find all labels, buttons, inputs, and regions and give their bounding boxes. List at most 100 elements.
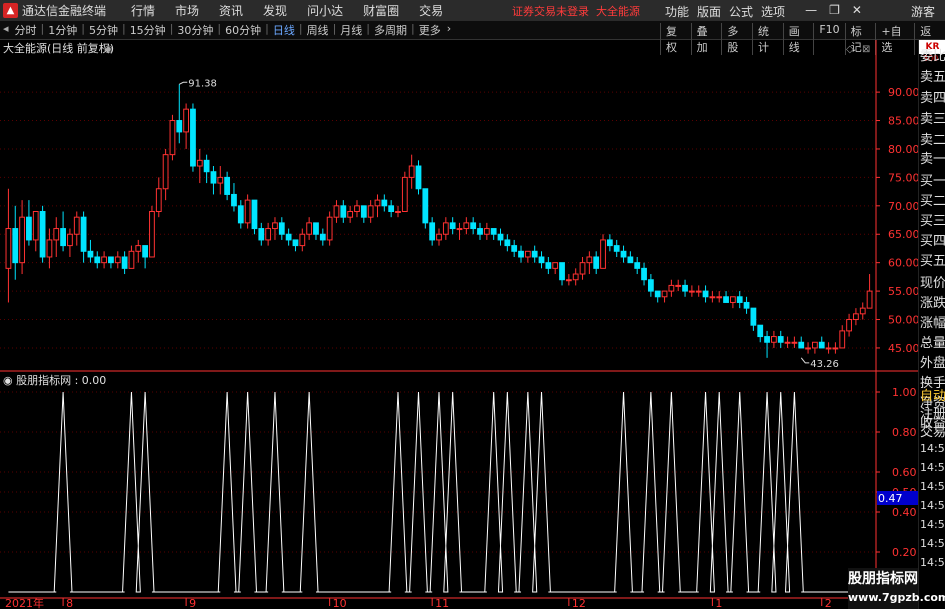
menu-news[interactable]: 资讯 <box>209 2 253 19</box>
menu-layout[interactable]: 版面 <box>697 3 721 20</box>
candle <box>682 279 688 297</box>
indicator-settings-icon[interactable]: ◉ <box>3 374 16 387</box>
indicator-tick-label: 0.40 <box>892 506 917 519</box>
candle-body <box>395 211 401 213</box>
minimize-icon[interactable]: — <box>805 3 817 20</box>
menu-wealth[interactable]: 财富圈 <box>353 2 409 19</box>
candle <box>627 251 634 264</box>
menu-trade[interactable]: 交易 <box>409 2 453 19</box>
indicator-tick-label: 0.20 <box>892 546 917 559</box>
candle-body <box>5 228 12 269</box>
expand-icon[interactable]: ⊠ <box>862 44 870 55</box>
candle-body <box>743 301 750 309</box>
candle-body <box>497 233 504 241</box>
candle <box>743 296 750 314</box>
login-status[interactable]: 证券交易未登录 <box>512 5 589 18</box>
candle <box>306 217 313 240</box>
price-tick-label: 70.00 <box>888 200 918 213</box>
close-icon[interactable]: ✕ <box>852 3 862 20</box>
candle-body <box>340 205 347 218</box>
diamond-icon[interactable]: ◇ <box>846 44 854 55</box>
candle-body <box>825 347 832 350</box>
candle-body <box>600 239 606 269</box>
annotation-arrow <box>179 81 188 85</box>
side-label-trade[interactable]: 交易 <box>920 421 945 440</box>
period-30min[interactable]: 30分钟 <box>174 22 216 38</box>
side-label-buy4: 买四 <box>920 234 945 249</box>
menu-ask[interactable]: 问小达 <box>297 2 353 19</box>
candle <box>839 325 846 349</box>
restore-icon[interactable]: ❐ <box>829 3 840 20</box>
side-label-sell1: 卖一 <box>920 152 945 167</box>
stock-terminal-window: ▲ 通达信金融终端 行情 市场 资讯 发现 问小达 财富圈 交易 证券交易未登录… <box>0 0 945 609</box>
candle-body <box>805 347 811 350</box>
indicator-tick-label: 0.80 <box>892 426 917 439</box>
candle-body <box>613 245 620 252</box>
menu-formula[interactable]: 公式 <box>729 3 753 20</box>
tick-time: 14:56 <box>920 461 945 474</box>
candle <box>142 245 149 269</box>
indicator-title: ◉ 股朋指标网 : 0.00 <box>3 373 106 387</box>
period-60min[interactable]: 60分钟 <box>222 22 264 38</box>
sidebar-toggle-icon[interactable]: ◂ <box>0 22 12 38</box>
candle-body <box>641 267 647 281</box>
candle-body <box>224 176 231 195</box>
side-label-price: 现价 <box>920 276 945 291</box>
candle-body <box>87 250 94 258</box>
period-weekly[interactable]: 周线 <box>304 22 332 38</box>
period-15min[interactable]: 15分钟 <box>127 22 169 38</box>
annotation-arrow <box>800 357 810 364</box>
candle-body <box>688 290 695 293</box>
chart-area[interactable]: 大全能源(日线 前复权) ◉ ◇ ⊠ 91.38 43.26 45.00 50.00… <box>0 40 927 609</box>
period-5min[interactable]: 5分钟 <box>86 22 121 38</box>
indicator-tick-label: 1.00 <box>892 386 917 399</box>
period-multi[interactable]: 多周期 <box>371 22 410 38</box>
candle <box>832 342 839 354</box>
side-label-auto[interactable]: 自动 <box>920 385 945 404</box>
account-status[interactable]: 证券交易未登录 大全能源 <box>512 3 640 19</box>
window-buttons: — ❐ ✕ <box>805 3 862 20</box>
date-axis: 2021年89101112123 <box>0 596 927 609</box>
period-daily[interactable]: 日线 <box>270 22 298 38</box>
period-timeshare[interactable]: 分时 <box>12 22 40 38</box>
annotation-label: 43.26 <box>810 359 839 370</box>
side-label-buy5: 买五 <box>920 254 945 269</box>
candle <box>101 251 107 269</box>
menu-function[interactable]: 功能 <box>665 3 689 20</box>
candle-body <box>265 228 272 241</box>
candle-body <box>777 336 784 343</box>
period-1min[interactable]: 1分钟 <box>45 22 80 38</box>
candle-body <box>39 211 46 258</box>
candle <box>155 177 162 218</box>
menu-options[interactable]: 选项 <box>761 3 785 20</box>
candle-body <box>429 222 436 241</box>
side-label-register[interactable]: 注册 <box>920 403 945 422</box>
candle-body <box>121 256 128 269</box>
candle-body <box>422 188 429 224</box>
kline-chart[interactable]: 大全能源(日线 前复权) ◉ ◇ ⊠ 91.38 43.26 45.00 50.00… <box>0 40 927 609</box>
candle-body <box>101 256 107 264</box>
candle-body <box>866 290 873 309</box>
candle-body <box>634 262 641 269</box>
candle-body <box>518 250 524 258</box>
candle <box>313 222 319 240</box>
candle <box>641 262 647 286</box>
candle-body <box>217 176 224 184</box>
menu-quotes[interactable]: 行情 <box>117 2 165 19</box>
guest-label[interactable]: 游客 <box>911 3 935 20</box>
settings-circle-icon[interactable]: ◉ <box>104 44 113 55</box>
candle-body <box>470 222 477 230</box>
candle <box>613 239 620 257</box>
candle <box>818 336 825 349</box>
candle <box>135 239 142 263</box>
menu-discover[interactable]: 发现 <box>253 2 297 19</box>
side-label-wtb: 委比 <box>920 49 945 64</box>
period-monthly[interactable]: 月线 <box>337 22 365 38</box>
candle <box>647 274 654 297</box>
candle <box>94 251 101 269</box>
candle-body <box>381 199 388 207</box>
candle-body <box>627 256 634 264</box>
period-more[interactable]: 更多 <box>416 22 444 38</box>
chevron-right-icon[interactable]: › <box>444 22 454 38</box>
menu-market[interactable]: 市场 <box>165 2 209 19</box>
